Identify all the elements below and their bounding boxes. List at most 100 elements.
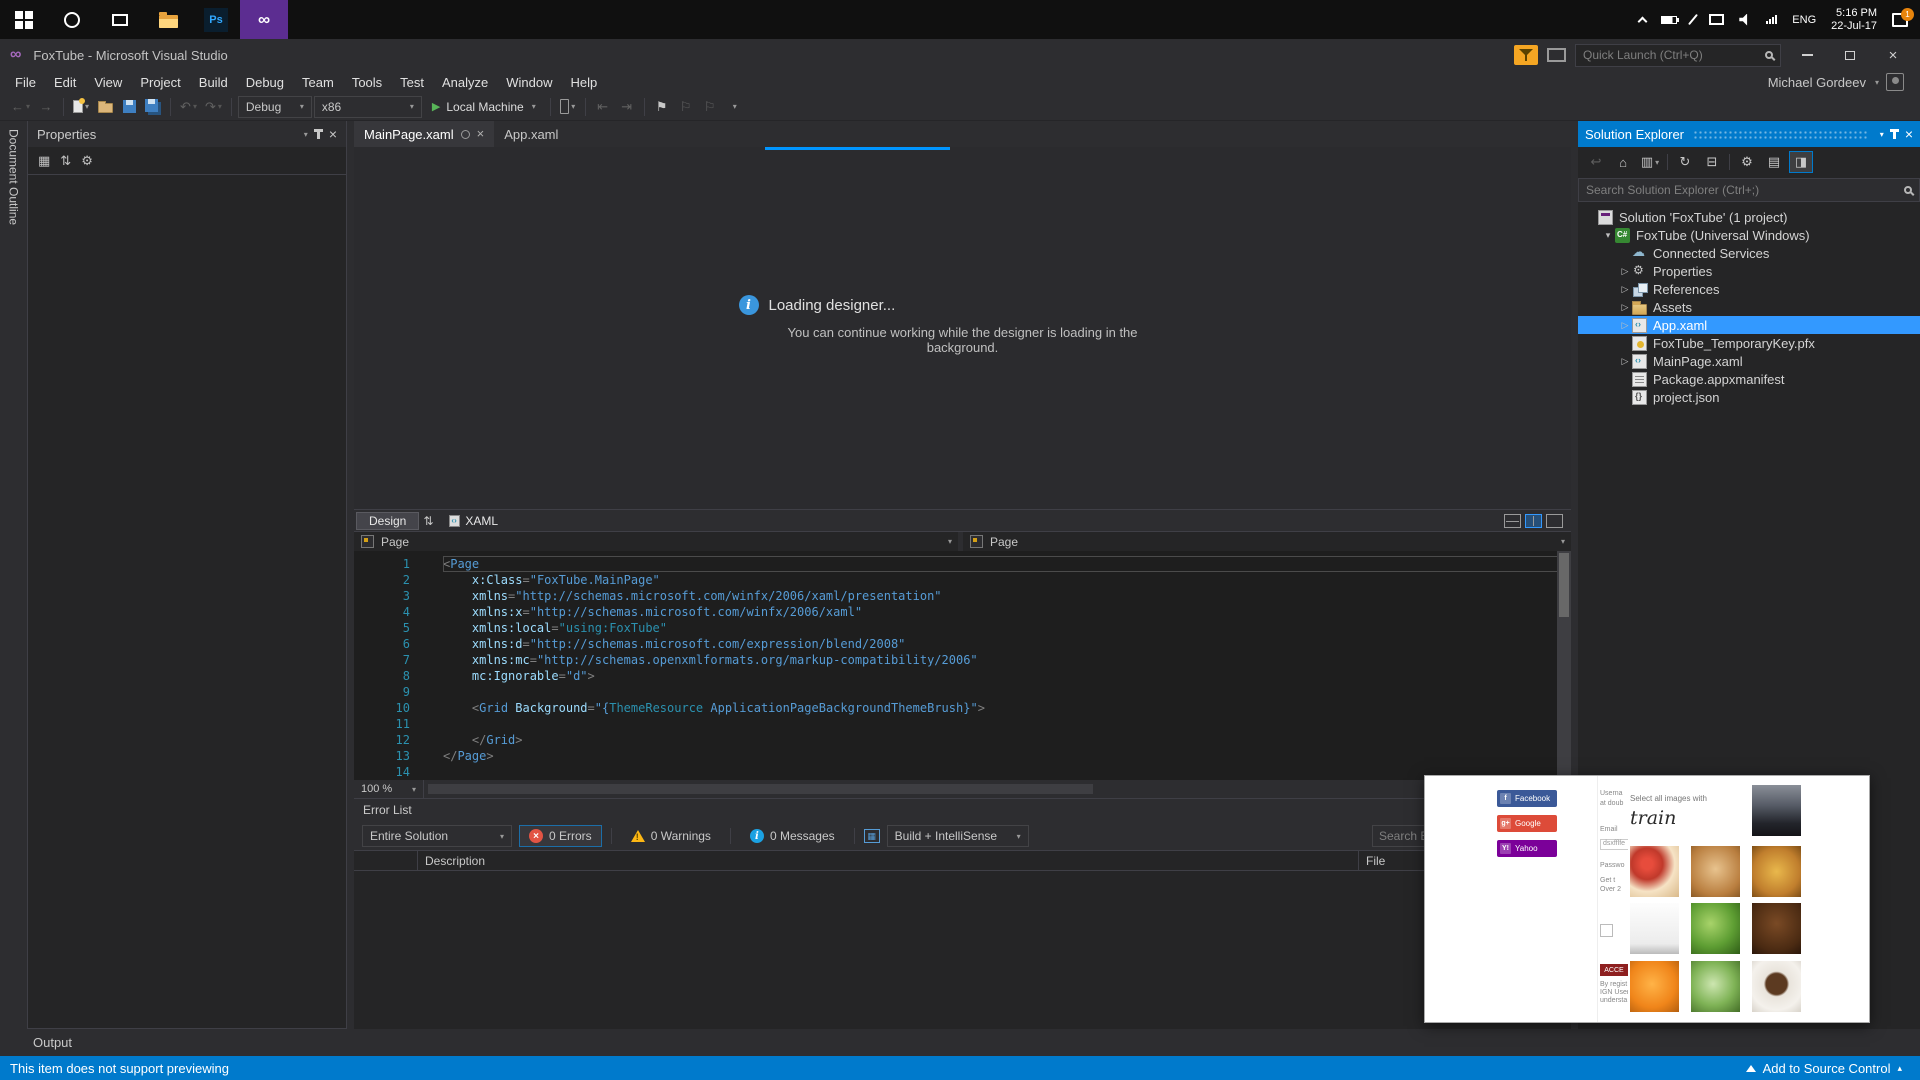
menu-window[interactable]: Window (497, 74, 561, 91)
language-indicator[interactable]: ENG (1792, 14, 1816, 26)
horizontal-split-icon[interactable] (1504, 513, 1521, 528)
expander-icon[interactable]: ▷ (1618, 302, 1632, 313)
navigate-forward-button[interactable]: → (35, 96, 57, 118)
captcha-image-veggies[interactable] (1691, 961, 1740, 1012)
tree-item-app-xaml[interactable]: ▷ App.xaml (1578, 316, 1920, 334)
output-label[interactable]: Output (33, 1035, 72, 1050)
severity-column-header[interactable] (354, 851, 418, 870)
switch-views-icon[interactable]: ▥ ▾ (1638, 151, 1662, 173)
display-icon[interactable] (1709, 14, 1725, 25)
next-bookmark-button[interactable]: ⚐ (699, 96, 721, 118)
collapse-all-icon[interactable]: ⊟ (1700, 151, 1724, 173)
xaml-code-editor[interactable]: 1 2 3 4 5 6 7 8 9 10 11 12 13 14 <Page x:Class="FoxTu… (354, 551, 1571, 780)
menu-view[interactable]: View (85, 74, 131, 91)
properties-icon[interactable]: ⚙ (1735, 151, 1759, 173)
previous-bookmark-button[interactable]: ⚐ (675, 96, 697, 118)
account-menu[interactable]: Michael Gordeev ▾ (1768, 73, 1904, 91)
code-line[interactable]: </Grid> (443, 732, 1571, 748)
menu-build[interactable]: Build (190, 74, 237, 91)
social-login-google[interactable]: g+ Google (1497, 815, 1557, 832)
tab-mainpage-xaml[interactable]: MainPage.xaml × (354, 121, 495, 147)
tab-xaml[interactable]: XAML (437, 513, 510, 529)
expander-icon[interactable]: ▷ (1618, 356, 1632, 367)
xaml-designer[interactable]: i Loading designer... You can continue w… (354, 147, 1571, 509)
tree-item-references[interactable]: ▷ References (1578, 280, 1920, 298)
tree-item-project-json[interactable]: project.json (1578, 388, 1920, 406)
expander-icon[interactable]: ▷ (1618, 284, 1632, 295)
battery-icon[interactable] (1661, 15, 1680, 24)
expander-icon[interactable]: ▷ (1618, 320, 1632, 331)
error-scope-dropdown[interactable]: Entire Solution ▾ (362, 825, 512, 847)
menu-help[interactable]: Help (562, 74, 607, 91)
code-line[interactable] (443, 716, 1571, 732)
code-line[interactable]: xmlns:local="using:FoxTube" (443, 620, 1571, 636)
captcha-image-orange[interactable] (1630, 961, 1679, 1012)
captcha-image-salad[interactable] (1691, 903, 1740, 954)
clock[interactable]: 5:16 PM 22-Jul-17 (1831, 7, 1877, 33)
show-all-files-icon[interactable]: ▤ (1762, 151, 1786, 173)
categorized-icon[interactable]: ▦ (38, 153, 50, 169)
navigate-back-button[interactable]: ← ▾ (8, 96, 33, 118)
social-login-yahoo[interactable]: Y! Yahoo (1497, 840, 1557, 857)
tray-expand-icon[interactable] (1637, 16, 1648, 26)
property-pages-icon[interactable]: ⚙ (81, 153, 93, 169)
indent-decrease-button[interactable]: ⇤ (592, 96, 614, 118)
start-debugging-button[interactable]: ▶ Local Machine ▾ (424, 96, 544, 118)
solution-explorer-header[interactable]: Solution Explorer ▾ × (1578, 121, 1920, 147)
tree-item-connected-services[interactable]: Connected Services (1578, 244, 1920, 262)
form-input[interactable]: dsxfflfe (1600, 839, 1630, 850)
captcha-image-train[interactable] (1752, 785, 1801, 836)
toolbar-overflow-button[interactable]: ▾ (723, 96, 745, 118)
solution-configuration-dropdown[interactable]: Debug ▾ (237, 95, 312, 118)
menu-test[interactable]: Test (391, 74, 433, 91)
pin-tab-icon[interactable] (460, 129, 470, 139)
scrollbar-thumb[interactable] (1559, 553, 1569, 617)
tree-item-mainpage-xaml[interactable]: ▷ MainPage.xaml (1578, 352, 1920, 370)
toggle-bookmark-button[interactable]: ⚑ (651, 96, 673, 118)
window-position-icon[interactable]: ▾ (304, 130, 308, 139)
pin-icon[interactable] (313, 129, 323, 139)
swap-panes-icon[interactable]: ⇅ (423, 514, 433, 528)
expander-icon[interactable]: ▾ (1601, 230, 1615, 241)
photoshop-button[interactable]: Ps (192, 0, 240, 39)
preview-selected-items-icon[interactable]: ◨ (1789, 151, 1813, 173)
save-all-button[interactable] (142, 96, 164, 118)
menu-project[interactable]: Project (131, 74, 189, 91)
messages-filter-button[interactable]: i0 Messages (740, 825, 845, 847)
code-line[interactable]: xmlns="http://schemas.microsoft.com/winf… (443, 588, 1571, 604)
menu-debug[interactable]: Debug (237, 74, 293, 91)
window-position-icon[interactable]: ▾ (1880, 130, 1884, 139)
quick-launch-input[interactable]: Quick Launch (Ctrl+Q) (1575, 43, 1781, 67)
close-button[interactable]: × (1876, 42, 1910, 68)
document-outline-tab[interactable]: Document Outline (7, 129, 21, 225)
home-icon[interactable]: ⌂ (1611, 151, 1635, 173)
task-view-button[interactable] (96, 0, 144, 39)
add-to-source-control-button[interactable]: Add to Source Control ▴ (1745, 1061, 1910, 1076)
description-column-header[interactable]: Description (418, 851, 1359, 870)
pen-icon[interactable] (1688, 13, 1699, 26)
code-line[interactable]: mc:Ignorable="d"> (443, 668, 1571, 684)
alphabetical-sort-icon[interactable]: ⇅ (60, 153, 71, 169)
code-line[interactable]: xmlns:d="http://schemas.microsoft.com/ex… (443, 636, 1571, 652)
signup-checkbox[interactable] (1600, 924, 1613, 937)
captcha-image-beans[interactable] (1752, 903, 1801, 954)
accept-button[interactable]: ACCE (1600, 964, 1628, 976)
warnings-filter-button[interactable]: 0 Warnings (621, 825, 721, 847)
preview-window[interactable]: f Facebook g+ Google Y! Yahoo Userna at doub Em… (1424, 775, 1870, 1023)
menu-team[interactable]: Team (293, 74, 343, 91)
device-preview-button[interactable]: ▾ (557, 96, 579, 118)
solution-platform-dropdown[interactable]: x86 ▾ (313, 95, 422, 118)
tree-item-foxtube-universal-windows[interactable]: ▾ FoxTube (Universal Windows) (1578, 226, 1920, 244)
restore-button[interactable] (1833, 42, 1867, 68)
network-icon[interactable] (1766, 15, 1778, 24)
properties-header[interactable]: Properties ▾ × (28, 121, 346, 147)
tree-item-solution-foxtube-1-project[interactable]: Solution 'FoxTube' (1 project) (1578, 208, 1920, 226)
code-line[interactable] (443, 684, 1571, 700)
tree-item-package-appxmanifest[interactable]: Package.appxmanifest (1578, 370, 1920, 388)
visual-studio-taskbar-button[interactable]: ∞ (240, 0, 288, 39)
tree-item-properties[interactable]: ▷ Properties (1578, 262, 1920, 280)
menu-tools[interactable]: Tools (343, 74, 391, 91)
cortana-button[interactable] (48, 0, 96, 39)
drag-handle[interactable] (1693, 129, 1869, 139)
start-button[interactable] (0, 0, 48, 39)
